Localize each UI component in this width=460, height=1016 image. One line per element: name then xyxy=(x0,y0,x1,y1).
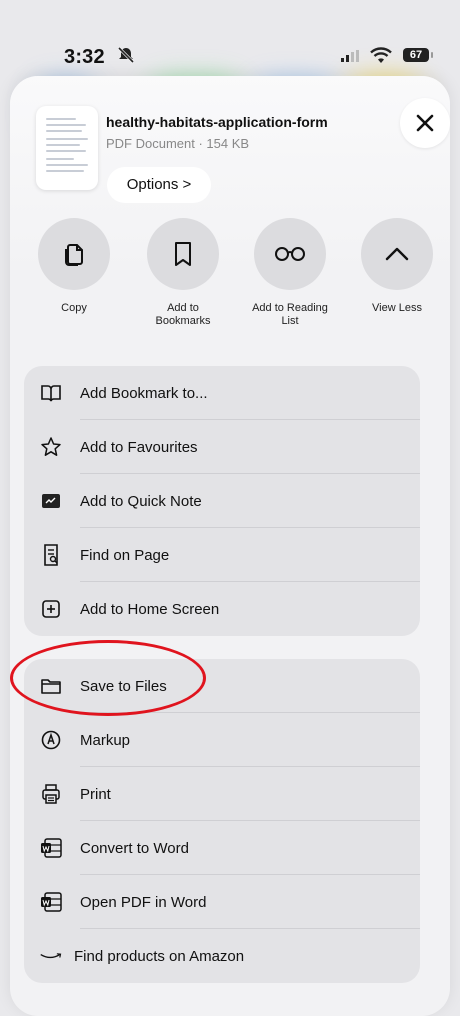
share-sheet: healthy-habitats-application-form PDF Do… xyxy=(10,76,450,1016)
markup-icon xyxy=(41,730,61,750)
chevron-up-icon xyxy=(385,247,409,261)
status-bar: 3:32 67 xyxy=(0,0,460,88)
action-add-to-reading-list[interactable]: Add to Reading List xyxy=(240,218,340,328)
menu-item-add-bookmark-to[interactable]: Add Bookmark to... xyxy=(24,366,420,420)
action-copy[interactable]: Copy xyxy=(24,218,124,315)
word-icon xyxy=(41,838,62,858)
signal-icon xyxy=(341,50,359,62)
bookmark-icon xyxy=(175,242,191,266)
menu-item-label: Print xyxy=(80,785,111,803)
action-label: Copy xyxy=(61,302,87,314)
menu-group-bookmarks: Add Bookmark to... Add to Favourites Add… xyxy=(24,366,420,636)
menu-item-label: Add to Quick Note xyxy=(80,492,202,510)
printer-icon xyxy=(42,784,60,804)
options-button[interactable]: Options > xyxy=(107,167,211,203)
word-icon xyxy=(41,892,62,912)
copy-icon xyxy=(65,244,83,266)
action-view-less[interactable]: View Less xyxy=(347,218,447,315)
menu-item-label: Convert to Word xyxy=(80,839,189,857)
document-title: healthy-habitats-application-form xyxy=(106,114,328,130)
menu-item-find-on-page[interactable]: Find on Page xyxy=(24,528,420,582)
menu-item-label: Find products on Amazon xyxy=(74,947,245,965)
menu-item-open-pdf-in-word[interactable]: Open PDF in Word xyxy=(24,875,420,929)
menu-item-label: Markup xyxy=(80,731,131,749)
document-thumbnail xyxy=(36,106,98,190)
menu-item-label: Open PDF in Word xyxy=(80,893,207,911)
highlight-annotation xyxy=(10,640,206,716)
menu-item-convert-to-word[interactable]: Convert to Word xyxy=(24,821,420,875)
menu-item-add-to-quick-note[interactable]: Add to Quick Note xyxy=(24,474,420,528)
quick-note-icon xyxy=(42,494,60,508)
status-time: 3:32 xyxy=(64,46,105,68)
menu-item-add-to-home-screen[interactable]: Add to Home Screen xyxy=(24,582,420,636)
close-button[interactable] xyxy=(400,98,450,148)
amazon-icon xyxy=(40,953,62,959)
action-add-to-bookmarks[interactable]: Add to Bookmarks xyxy=(133,218,233,328)
action-label: View Less xyxy=(372,302,422,314)
reading-glasses-icon xyxy=(275,247,305,261)
close-icon xyxy=(416,114,434,132)
menu-item-label: Add to Home Screen xyxy=(80,600,220,618)
action-label: Add to Bookmarks xyxy=(155,302,211,327)
find-on-page-icon xyxy=(44,544,58,566)
star-icon xyxy=(41,437,61,456)
menu-item-label: Add Bookmark to... xyxy=(80,384,208,402)
menu-item-label: Find on Page xyxy=(80,546,170,564)
action-label: Add to Reading List xyxy=(252,302,328,327)
book-icon xyxy=(41,385,61,402)
document-subtitle: PDF Document · 154 KB xyxy=(106,136,250,151)
menu-item-print[interactable]: Print xyxy=(24,767,420,821)
menu-item-markup[interactable]: Markup xyxy=(24,713,420,767)
menu-item-label: Add to Favourites xyxy=(80,438,198,456)
plus-square-icon xyxy=(42,600,60,618)
menu-item-add-to-favourites[interactable]: Add to Favourites xyxy=(24,420,420,474)
menu-item-find-products-on-amazon[interactable]: Find products on Amazon xyxy=(24,929,420,983)
silent-bell-icon xyxy=(117,46,135,64)
wifi-icon xyxy=(370,47,392,63)
battery-icon: 67 xyxy=(403,48,433,62)
